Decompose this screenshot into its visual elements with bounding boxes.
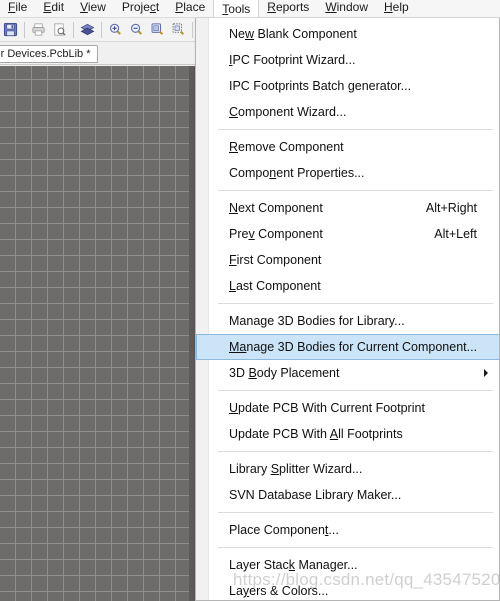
- menu-item-label: Manage 3D Bodies for Current Component..…: [229, 340, 478, 354]
- menu-item-update-pcb-with-current-footprint[interactable]: Update PCB With Current Footprint: [196, 395, 499, 421]
- menubar-item-label: Window: [325, 0, 368, 14]
- save-icon[interactable]: [0, 19, 21, 40]
- menu-item-component-wizard[interactable]: Component Wizard...: [196, 99, 499, 125]
- menu-item-remove-component[interactable]: Remove Component: [196, 134, 499, 160]
- toolbar-separator: [101, 21, 102, 38]
- menu-item-manage-3d-bodies-for-library[interactable]: Manage 3D Bodies for Library...: [196, 308, 499, 334]
- menubar-item-label: Help: [384, 0, 409, 14]
- document-tab-strip: ser Devices.PcbLib *: [0, 43, 196, 65]
- menu-item-update-pcb-with-all-footprints[interactable]: Update PCB With All Footprints: [196, 421, 499, 447]
- menu-separator: [218, 390, 493, 391]
- menu-item-label: Last Component: [229, 279, 321, 293]
- document-tab[interactable]: ser Devices.PcbLib *: [0, 45, 98, 63]
- zoom-out-icon[interactable]: [126, 19, 147, 40]
- menu-item-shortcut: Alt+Right: [425, 201, 477, 215]
- menu-item-label: Update PCB With All Footprints: [229, 427, 403, 441]
- menubar-item-label: Edit: [43, 0, 65, 14]
- toolbar-separator: [73, 21, 74, 38]
- menu-separator: [218, 129, 493, 130]
- menu-item-label: First Component: [229, 253, 322, 267]
- zoom-document-icon[interactable]: [147, 19, 168, 40]
- menu-item-library-splitter-wizard[interactable]: Library Splitter Wizard...: [196, 456, 499, 482]
- submenu-arrow-icon: [484, 369, 488, 377]
- menu-item-shortcut: Alt+Left: [434, 227, 477, 241]
- menu-item-label: Component Wizard...: [229, 105, 347, 119]
- menu-item-label: SVN Database Library Maker...: [229, 488, 402, 502]
- pcb-editor-canvas[interactable]: [0, 66, 195, 601]
- menu-item-ipc-footprints-batch-generator[interactable]: IPC Footprints Batch generator...: [196, 73, 499, 99]
- menubar-item-label: Project: [121, 0, 160, 14]
- menu-item-label: 3D Body Placement: [229, 366, 340, 380]
- menubar-item-label: File: [8, 0, 28, 14]
- menu-item-label: Layer Stack Manager...: [229, 558, 358, 572]
- menu-item-first-component[interactable]: First Component: [196, 247, 499, 273]
- menu-item-prev-component[interactable]: Prev Component Alt+Left: [196, 221, 499, 247]
- menu-item-next-component[interactable]: Next Component Alt+Right: [196, 195, 499, 221]
- document-tab-label: ser Devices.PcbLib *: [0, 48, 91, 60]
- menu-separator: [218, 547, 493, 548]
- application-window: File Edit View Project Place Tools Reports Wind…: [0, 0, 500, 601]
- menubar-item-label: View: [80, 0, 106, 14]
- menubar-item-window[interactable]: Window: [317, 0, 376, 17]
- menu-item-label: Manage 3D Bodies for Library...: [229, 314, 405, 328]
- print-preview-icon[interactable]: [49, 19, 70, 40]
- menu-item-label: Layers & Colors...: [229, 584, 329, 598]
- menu-item-label: Place Component...: [229, 523, 339, 537]
- menu-bar: File Edit View Project Place Tools Reports Wind…: [0, 0, 500, 18]
- menu-separator: [218, 303, 493, 304]
- menu-separator: [218, 190, 493, 191]
- menu-separator: [218, 451, 493, 452]
- menu-item-ipc-footprint-wizard[interactable]: IPC Footprint Wizard...: [196, 47, 499, 73]
- menu-item-label: Component Properties...: [229, 166, 365, 180]
- menu-item-label: IPC Footprints Batch generator...: [229, 79, 412, 93]
- menu-item-manage-3d-bodies-for-current-component[interactable]: Manage 3D Bodies for Current Component..…: [196, 334, 499, 360]
- menu-item-label: New Blank Component: [229, 27, 357, 41]
- menubar-item-reports[interactable]: Reports: [259, 0, 317, 17]
- menu-item-label: Next Component: [229, 201, 323, 215]
- menu-item-new-blank-component[interactable]: New Blank Component: [196, 21, 499, 47]
- menubar-item-place[interactable]: Place: [167, 0, 213, 17]
- tools-dropdown-menu: New Blank Component IPC Footprint Wizard.…: [195, 18, 500, 601]
- zoom-area-icon[interactable]: [168, 19, 189, 40]
- menu-item-layer-stack-manager[interactable]: Layer Stack Manager...: [196, 552, 499, 578]
- menu-item-layers-colors[interactable]: Layers & Colors...: [196, 578, 499, 600]
- menu-item-place-component[interactable]: Place Component...: [196, 517, 499, 543]
- menu-item-label: Update PCB With Current Footprint: [229, 401, 425, 415]
- menu-item-3d-body-placement[interactable]: 3D Body Placement: [196, 360, 499, 386]
- zoom-in-icon[interactable]: [105, 19, 126, 40]
- menubar-item-project[interactable]: Project: [114, 0, 167, 17]
- menubar-item-edit[interactable]: Edit: [35, 0, 72, 17]
- toolbar-separator: [24, 21, 25, 38]
- menubar-item-label: Place: [175, 0, 206, 14]
- menu-item-label: Prev Component: [229, 227, 323, 241]
- menu-item-label: IPC Footprint Wizard...: [229, 53, 356, 67]
- menubar-item-label: Tools: [222, 1, 251, 16]
- menu-item-label: Library Splitter Wizard...: [229, 462, 363, 476]
- menubar-item-view[interactable]: View: [72, 0, 114, 17]
- menu-separator: [218, 512, 493, 513]
- toolbar-separator: [192, 21, 193, 38]
- main-toolbar: [0, 18, 196, 42]
- menubar-item-label: Reports: [267, 0, 310, 14]
- print-icon[interactable]: [28, 19, 49, 40]
- menu-item-last-component[interactable]: Last Component: [196, 273, 499, 299]
- menubar-item-file[interactable]: File: [0, 0, 35, 17]
- board-layers-icon[interactable]: [77, 19, 98, 40]
- menubar-item-help[interactable]: Help: [376, 0, 417, 17]
- menubar-item-tools[interactable]: Tools: [213, 0, 260, 17]
- menu-item-svn-database-library-maker[interactable]: SVN Database Library Maker...: [196, 482, 499, 508]
- menu-item-label: Remove Component: [229, 140, 344, 154]
- tools-menu-items: New Blank Component IPC Footprint Wizard.…: [196, 18, 499, 600]
- menu-item-component-properties[interactable]: Component Properties...: [196, 160, 499, 186]
